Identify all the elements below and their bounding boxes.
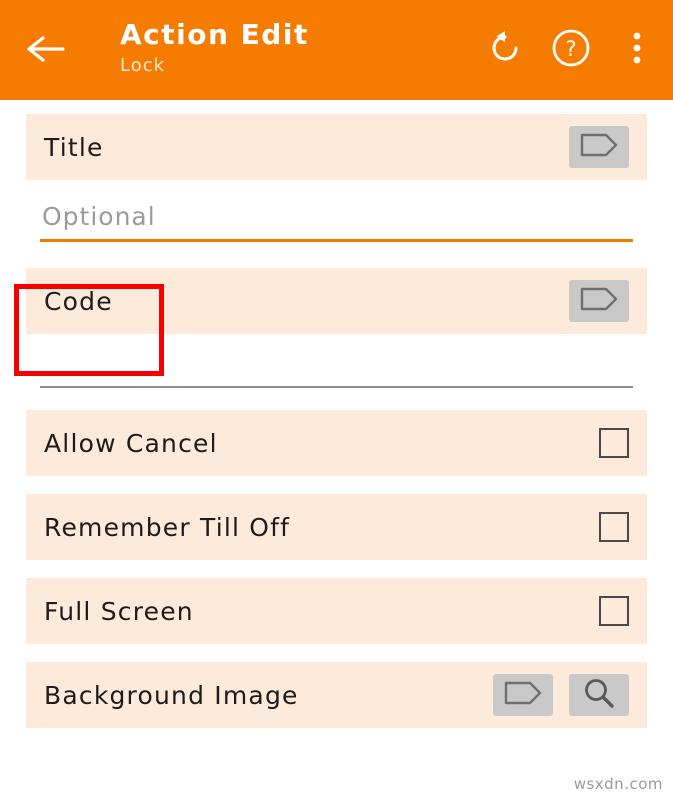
search-icon xyxy=(582,676,616,714)
app-bar-actions: ? xyxy=(485,28,657,72)
app-bar-titles: Action Edit Lock xyxy=(120,18,309,78)
row-code-actions xyxy=(569,280,629,322)
remember-till-off-checkbox[interactable] xyxy=(599,512,629,542)
more-vertical-icon xyxy=(632,31,642,69)
watermark: wsxdn.com xyxy=(573,775,663,793)
title-input-wrap xyxy=(40,180,633,242)
row-title-actions xyxy=(569,126,629,168)
allow-cancel-checkbox[interactable] xyxy=(599,428,629,458)
back-button[interactable] xyxy=(24,34,68,68)
tag-icon xyxy=(504,681,542,709)
row-allow-cancel[interactable]: Allow Cancel xyxy=(26,410,647,476)
help-button[interactable]: ? xyxy=(551,28,591,72)
row-title-label: Title xyxy=(44,132,104,162)
row-title[interactable]: Title xyxy=(26,114,647,180)
page-subtitle: Lock xyxy=(120,55,166,76)
overflow-menu-button[interactable] xyxy=(617,30,657,70)
code-tag-button[interactable] xyxy=(569,280,629,322)
svg-text:?: ? xyxy=(565,37,576,61)
settings-list: Title Code xyxy=(0,100,673,728)
undo-button[interactable] xyxy=(485,30,525,70)
tag-icon xyxy=(580,287,618,315)
row-background-image-label: Background Image xyxy=(44,680,299,710)
tag-icon xyxy=(580,133,618,161)
page-title: Action Edit xyxy=(120,18,309,51)
row-full-screen[interactable]: Full Screen xyxy=(26,578,647,644)
help-circle-icon: ? xyxy=(551,28,591,72)
row-background-image-actions xyxy=(493,674,629,716)
undo-icon xyxy=(486,29,524,71)
row-background-image[interactable]: Background Image xyxy=(26,662,647,728)
row-code-label: Code xyxy=(44,286,113,316)
row-remember-till-off-label: Remember Till Off xyxy=(44,512,291,542)
arrow-left-icon xyxy=(26,34,66,68)
title-input[interactable] xyxy=(40,202,633,239)
row-remember-till-off[interactable]: Remember Till Off xyxy=(26,494,647,560)
full-screen-checkbox[interactable] xyxy=(599,596,629,626)
background-image-tag-button[interactable] xyxy=(493,674,553,716)
row-code[interactable]: Code xyxy=(26,268,647,334)
app-bar: Action Edit Lock ? xyxy=(0,0,673,100)
row-full-screen-label: Full Screen xyxy=(44,596,194,626)
code-input-wrap[interactable] xyxy=(40,334,633,388)
row-allow-cancel-label: Allow Cancel xyxy=(44,428,218,458)
background-image-search-button[interactable] xyxy=(569,674,629,716)
title-tag-button[interactable] xyxy=(569,126,629,168)
